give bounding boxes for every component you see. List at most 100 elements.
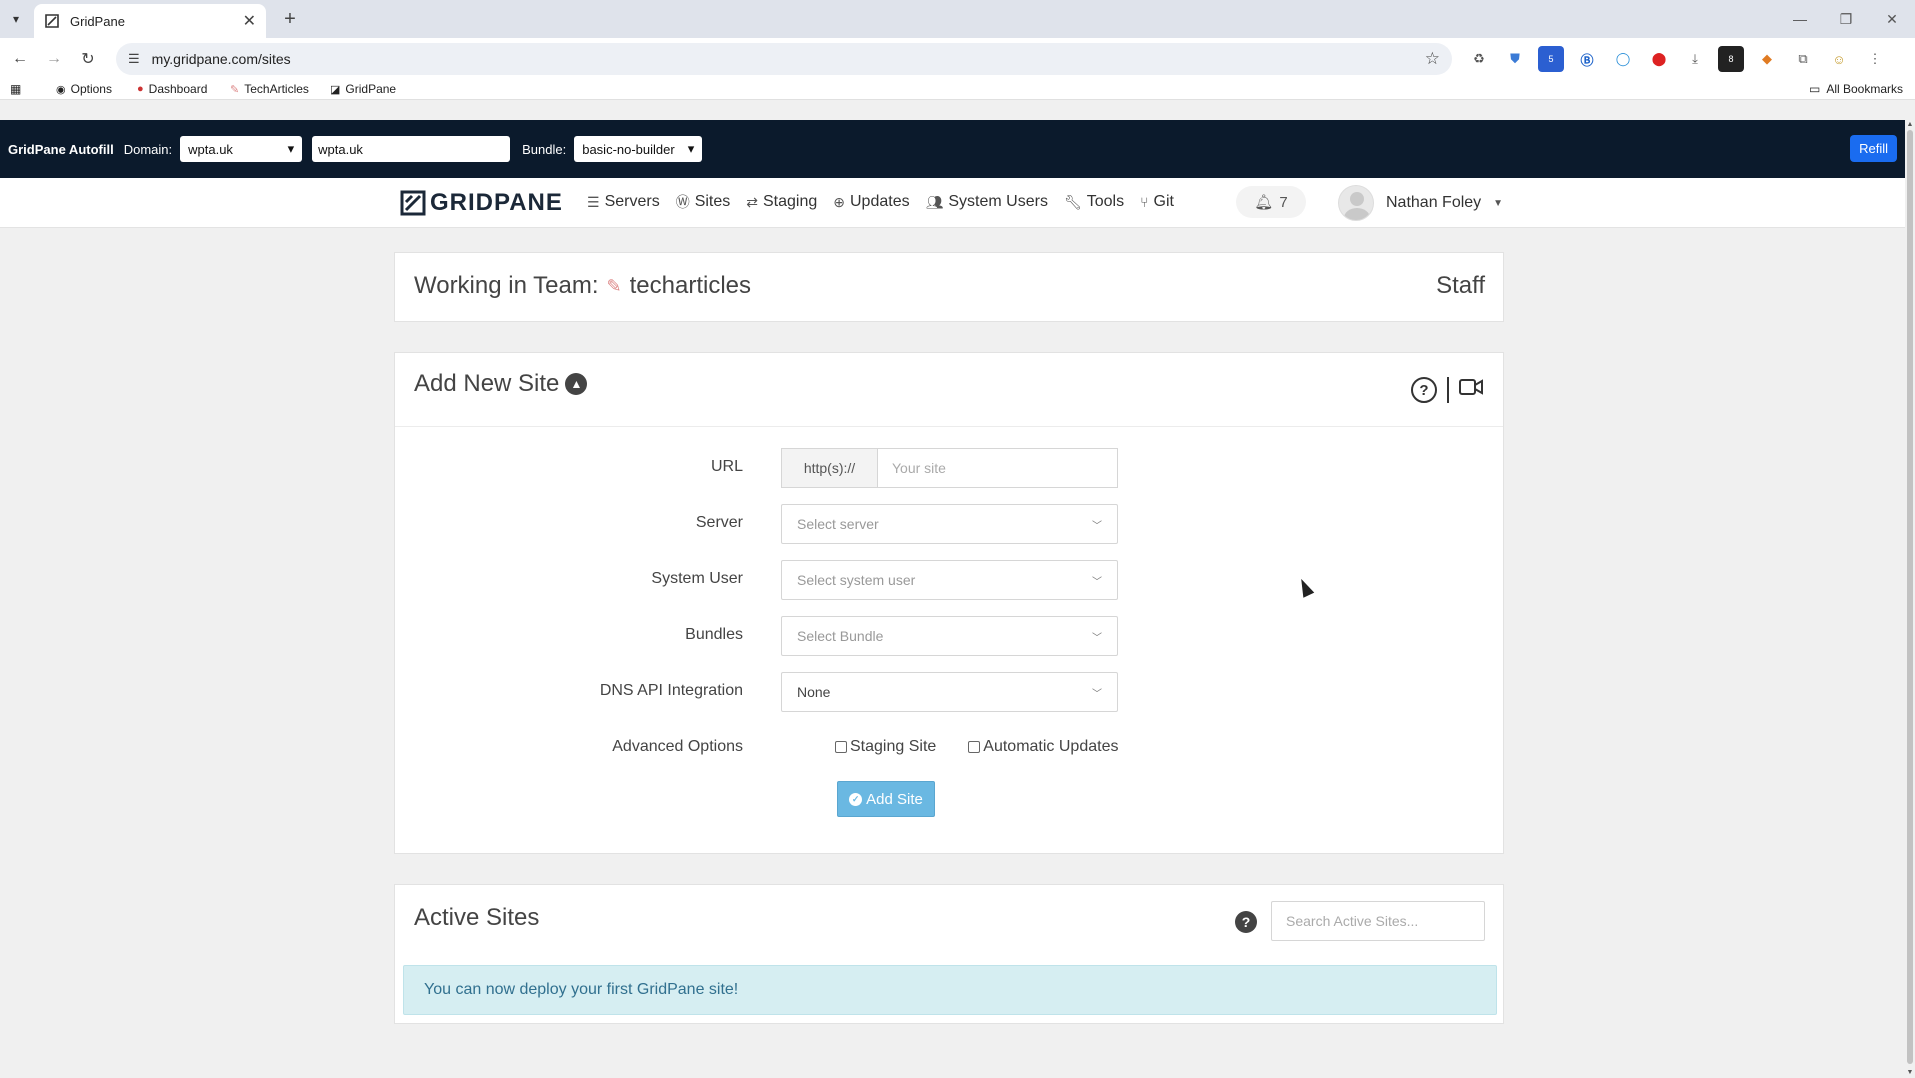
- extension-opera-icon[interactable]: ⬤: [1646, 46, 1672, 72]
- bookmark-dashboard[interactable]: ● Dashboard: [137, 82, 207, 96]
- nav-sites[interactable]: Ⓦ Sites: [676, 192, 731, 212]
- app-navbar: GRIDPANE ☰ Servers Ⓦ Sites ⇄ Staging ⊕ Updat…: [0, 178, 1905, 228]
- all-bookmarks[interactable]: ▭ All Bookmarks: [1809, 82, 1903, 96]
- servers-icon: ☰: [587, 193, 600, 210]
- address-bar[interactable]: ☰ my.gridpane.com/sites ☆: [116, 43, 1452, 75]
- site-info-icon[interactable]: ☰: [128, 51, 140, 67]
- browser-tabbar: ▾ GridPane ✕ + — ❐ ✕: [0, 0, 1915, 38]
- automatic-updates-checkbox[interactable]: [968, 741, 981, 753]
- notifications-button[interactable]: 🔔︎ 7: [1236, 186, 1306, 218]
- tab-search-chevron-icon[interactable]: ▾: [4, 7, 28, 31]
- add-site-title[interactable]: Add New Site ▲: [414, 370, 588, 398]
- extension-recycle-icon[interactable]: ♻: [1466, 46, 1492, 72]
- nav-system-users[interactable]: 👥︎ System Users: [926, 192, 1048, 212]
- download-icon[interactable]: ⤓: [1682, 46, 1708, 72]
- url-prefix: http(s)://: [781, 448, 877, 488]
- close-tab-icon[interactable]: ✕: [243, 11, 256, 31]
- active-sites-title: Active Sites: [414, 904, 540, 931]
- git-branch-icon: ⑂: [1140, 194, 1149, 210]
- address-url[interactable]: my.gridpane.com/sites: [152, 51, 1425, 67]
- gridpane-logo[interactable]: GRIDPANE: [400, 189, 563, 217]
- divider: [1447, 377, 1449, 403]
- minimize-icon[interactable]: —: [1777, 0, 1823, 38]
- close-window-icon[interactable]: ✕: [1869, 0, 1915, 38]
- chevron-down-icon: ▾: [287, 141, 295, 156]
- team-panel: Working in Team: ✎ techarticles Staff: [394, 252, 1504, 322]
- refill-button[interactable]: Refill: [1850, 135, 1897, 162]
- header-icons: ?: [1411, 377, 1483, 403]
- main-nav: ☰ Servers Ⓦ Sites ⇄ Staging ⊕ Updates 👥︎ Syst…: [587, 192, 1174, 212]
- scroll-down-icon[interactable]: ▼: [1905, 1068, 1915, 1078]
- wordpress-icon: Ⓦ: [675, 194, 690, 210]
- video-camera-icon[interactable]: [1459, 378, 1483, 402]
- extension-circle-icon[interactable]: ◯: [1610, 46, 1636, 72]
- system-user-select[interactable]: Select system user ﹀: [781, 560, 1118, 600]
- bundles-select[interactable]: Select Bundle ﹀: [781, 616, 1118, 656]
- forward-icon[interactable]: →: [40, 45, 68, 73]
- add-site-button[interactable]: ✓ Add Site: [837, 781, 935, 817]
- restore-icon[interactable]: ❐: [1823, 0, 1869, 38]
- nav-staging[interactable]: ⇄ Staging: [746, 192, 817, 212]
- staging-site-option[interactable]: Staging Site: [835, 738, 936, 756]
- tab-title: GridPane: [70, 13, 125, 29]
- bookmark-gridpane[interactable]: ◪ GridPane: [330, 82, 396, 96]
- search-active-sites-input[interactable]: Search Active Sites...: [1271, 901, 1485, 941]
- extension-b-icon[interactable]: Ⓑ: [1574, 46, 1600, 72]
- reload-icon[interactable]: ↻: [74, 45, 102, 73]
- add-site-panel: Add New Site ▲ ? URL http(s):// Your sit…: [394, 352, 1504, 854]
- page-scrollbar[interactable]: ▲ ▼: [1905, 120, 1915, 1078]
- collapse-icon[interactable]: ▲: [565, 373, 588, 395]
- window-controls: — ❐ ✕: [1777, 0, 1915, 38]
- avatar: [1338, 185, 1374, 221]
- dns-label: DNS API Integration: [599, 682, 743, 699]
- help-icon[interactable]: ?: [1235, 911, 1257, 933]
- server-row: Server Select server ﹀: [395, 504, 1503, 544]
- back-icon[interactable]: ←: [6, 45, 34, 73]
- nav-servers[interactable]: ☰ Servers: [587, 192, 660, 212]
- bookmark-options[interactable]: ◉ Options: [56, 82, 112, 96]
- nav-git[interactable]: ⑂ Git: [1140, 192, 1174, 212]
- extensions-puzzle-icon[interactable]: ⧉: [1790, 46, 1816, 72]
- apps-grid-icon[interactable]: ▦: [10, 82, 21, 96]
- help-icon[interactable]: ?: [1411, 377, 1437, 403]
- dns-select[interactable]: None ﹀: [781, 672, 1118, 712]
- scroll-up-icon[interactable]: ▲: [1905, 120, 1915, 130]
- advanced-options: Staging Site Automatic Updates: [835, 738, 1118, 756]
- bundle-select[interactable]: basic-no-builder ▾: [574, 136, 703, 162]
- browser-menu-icon[interactable]: ⋮: [1862, 46, 1888, 72]
- browser-toolbar: ← → ↻ ☰ my.gridpane.com/sites ☆ ♻ ⛊ 5 Ⓑ …: [0, 38, 1915, 80]
- active-sites-panel: Active Sites ? Search Active Sites... Yo…: [394, 884, 1504, 1024]
- techarticles-icon: ✎: [230, 83, 240, 96]
- url-input[interactable]: Your site: [877, 448, 1118, 488]
- extension-badge-icon[interactable]: 5: [1538, 46, 1564, 72]
- bookmark-techarticles[interactable]: ✎ TechArticles: [230, 82, 309, 96]
- extension-red-badge-icon[interactable]: 8: [1718, 46, 1744, 72]
- staging-site-checkbox[interactable]: [835, 741, 847, 753]
- new-tab-icon[interactable]: +: [278, 7, 302, 31]
- server-select[interactable]: Select server ﹀: [781, 504, 1118, 544]
- bookmark-star-icon[interactable]: ☆: [1425, 49, 1440, 69]
- extension-shield-icon[interactable]: ⛊: [1502, 46, 1528, 72]
- domain-input[interactable]: wpta.uk: [312, 136, 511, 162]
- user-menu[interactable]: Nathan Foley ▼: [1338, 185, 1503, 221]
- system-user-label: System User: [651, 570, 743, 587]
- browser-tab[interactable]: GridPane ✕: [34, 4, 266, 38]
- domain-select[interactable]: wpta.uk ▾: [180, 136, 303, 162]
- automatic-updates-option[interactable]: Automatic Updates: [968, 738, 1118, 756]
- advanced-row: Advanced Options Staging Site Automatic …: [395, 728, 1503, 768]
- chevron-down-icon: ﹀: [1092, 576, 1102, 588]
- extension-orange-icon[interactable]: ◆: [1754, 46, 1780, 72]
- scrollbar-thumb[interactable]: [1907, 130, 1913, 1064]
- bell-icon: 🔔︎: [1254, 194, 1274, 211]
- options-icon: ◉: [56, 83, 66, 96]
- bundles-label: Bundles: [685, 626, 743, 643]
- profile-icon[interactable]: ☺: [1826, 46, 1852, 72]
- user-name: Nathan Foley: [1386, 194, 1482, 211]
- bundles-row: Bundles Select Bundle ﹀: [395, 616, 1503, 656]
- staging-arrows-icon: ⇄: [746, 193, 758, 210]
- nav-tools[interactable]: 🔧︎ Tools: [1064, 192, 1124, 212]
- check-circle-icon: ✓: [849, 792, 863, 806]
- system-user-row: System User Select system user ﹀: [395, 560, 1503, 600]
- info-notice: You can now deploy your first GridPane s…: [403, 965, 1497, 1015]
- nav-updates[interactable]: ⊕ Updates: [833, 192, 909, 212]
